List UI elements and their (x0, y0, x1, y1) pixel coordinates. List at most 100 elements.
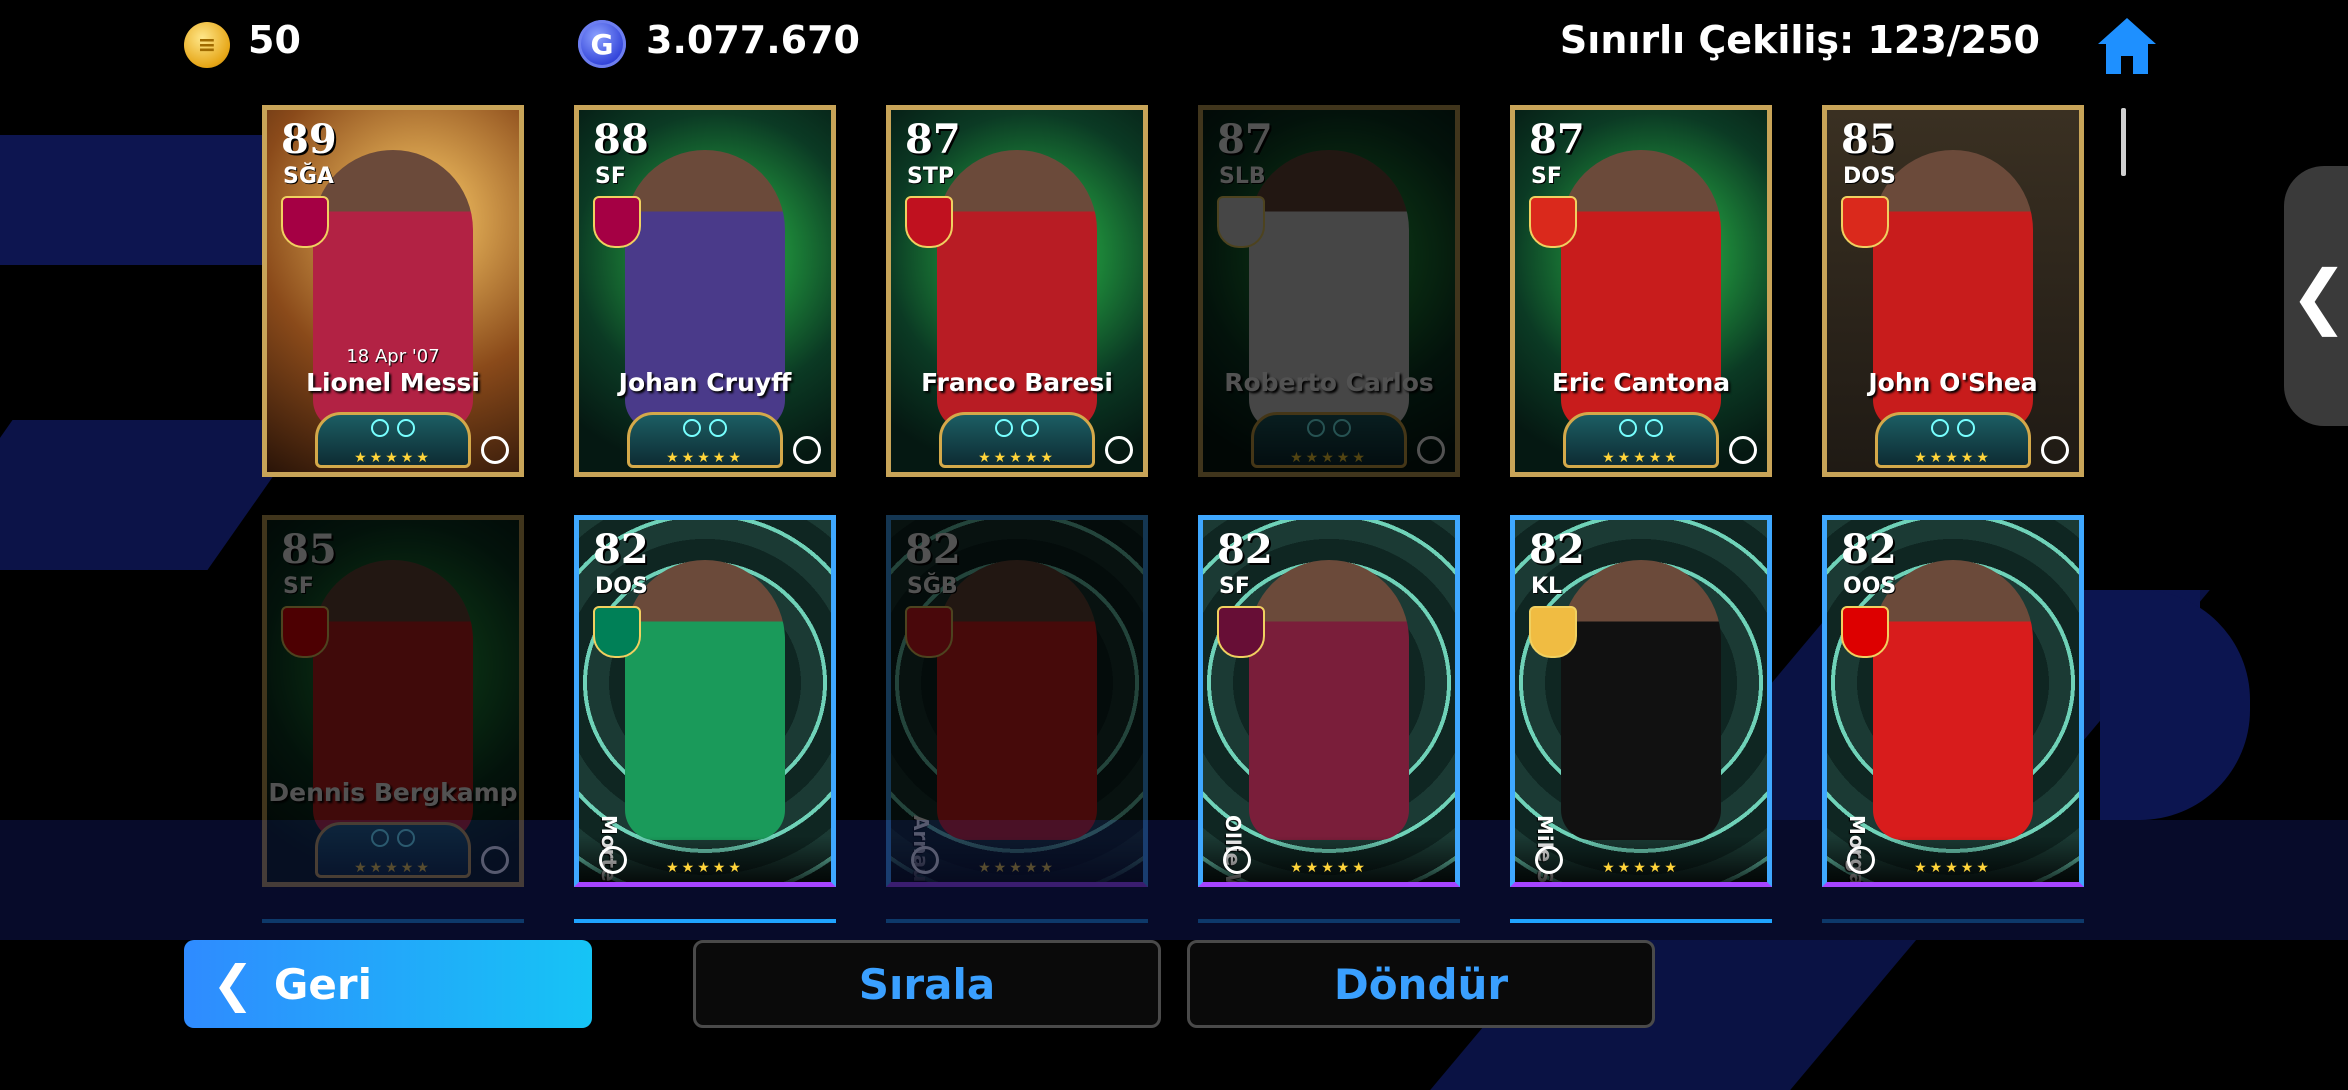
player-card[interactable]: 82DOSMorten Hjulmand★★★★★ (574, 515, 836, 887)
player-position: SLB (1219, 164, 1266, 189)
player-position: DOS (1843, 164, 1896, 189)
skill-slots (995, 419, 1039, 437)
player-card[interactable]: 89 SĞA 18 Apr '07 Lionel Messi ★★★★★ (262, 105, 524, 477)
player-position: DOS (595, 574, 648, 599)
player-position: SF (1219, 574, 1250, 599)
coin-icon: ≡ (184, 22, 230, 68)
chevron-left-icon: ❮ (212, 955, 254, 1013)
efootball-logo-icon (1417, 436, 1445, 464)
player-rating: 82 (1217, 526, 1273, 573)
efootball-logo-icon (1729, 436, 1757, 464)
chevron-left-icon: ❮ (2289, 255, 2348, 337)
player-card[interactable]: 82SFOllie Watkins★★★★★ (1198, 515, 1460, 887)
coin-balance: 50 (248, 18, 301, 62)
player-name: Dennis Bergkamp (268, 778, 518, 807)
scrollbar[interactable] (2121, 108, 2126, 176)
home-icon[interactable] (2094, 14, 2160, 78)
back-button-label: Geri (273, 959, 372, 1009)
player-name: Lionel Messi (306, 368, 480, 397)
player-card[interactable]: 88 SF Johan Cruyff ★★★★★ (574, 105, 836, 477)
player-card[interactable]: 82OOSMorgan Gibbs-White★★★★★ (1822, 515, 2084, 887)
card-date: 18 Apr '07 (346, 346, 440, 367)
rotate-button[interactable]: Döndür (1187, 940, 1655, 1028)
efootball-logo-icon (2041, 436, 2069, 464)
player-card[interactable]: 87 SLB Roberto Carlos ★★★★★ (1198, 105, 1460, 477)
player-name: John O'Shea (1868, 368, 2038, 397)
limited-draw-counter: Sınırlı Çekiliş: 123/250 (1559, 18, 2040, 62)
player-card[interactable]: 82KLMile Svilar★★★★★ (1510, 515, 1772, 887)
efootball-logo-icon (1847, 846, 1875, 874)
player-card-partial[interactable] (1822, 919, 2084, 923)
efootball-logo-icon (599, 846, 627, 874)
rotate-button-label: Döndür (1333, 959, 1509, 1009)
skill-slots (1307, 419, 1351, 437)
back-button[interactable]: ❮ Geri (184, 940, 592, 1028)
player-name: Roberto Carlos (1224, 368, 1434, 397)
skill-slot-icon (1931, 419, 1949, 437)
skill-slots (683, 419, 727, 437)
player-rating: 87 (1217, 116, 1273, 163)
efootball-logo-icon (481, 436, 509, 464)
player-card[interactable]: 87 STP Franco Baresi ★★★★★ (886, 105, 1148, 477)
club-badge-icon (281, 606, 329, 658)
player-card-partial[interactable] (574, 919, 836, 923)
club-badge-icon (1217, 606, 1265, 658)
player-rating: 87 (905, 116, 961, 163)
player-name: Franco Baresi (921, 368, 1113, 397)
skill-slots (1619, 419, 1663, 437)
efootball-logo-icon (1535, 846, 1563, 874)
player-image (1249, 560, 1409, 840)
player-rating: 87 (1529, 116, 1585, 163)
gp-balance: 3.077.670 (646, 18, 860, 62)
skill-slot-icon (1333, 419, 1351, 437)
efootball-logo-icon (481, 846, 509, 874)
player-card[interactable]: 85 DOS John O'Shea ★★★★★ (1822, 105, 2084, 477)
player-position: SF (1531, 164, 1562, 189)
player-card[interactable]: 82SĞBArnau Martínez★★★★★ (886, 515, 1148, 887)
player-card-partial[interactable] (886, 919, 1148, 923)
player-rating: 89 (281, 116, 337, 163)
player-position: SĞA (283, 164, 334, 189)
club-badge-icon (1841, 606, 1889, 658)
side-panel-toggle[interactable]: ❮ (2284, 166, 2348, 426)
player-position: SF (283, 574, 314, 599)
efootball-logo-icon (793, 436, 821, 464)
player-card[interactable]: 87 SF Eric Cantona ★★★★★ (1510, 105, 1772, 477)
player-image (937, 560, 1097, 840)
player-card-partial[interactable] (262, 919, 524, 923)
club-badge-icon (1529, 606, 1577, 658)
player-card-partial[interactable] (1198, 919, 1460, 923)
club-badge-icon (1529, 196, 1577, 248)
background-stripe (2100, 590, 2250, 820)
sort-button-label: Sırala (858, 959, 996, 1009)
club-badge-icon (1841, 196, 1889, 248)
player-rating: 82 (1841, 526, 1897, 573)
skill-slot-icon (683, 419, 701, 437)
club-badge-icon (593, 196, 641, 248)
player-rating: 82 (593, 526, 649, 573)
player-card[interactable]: 85 SF Dennis Bergkamp ★★★★★ (262, 515, 524, 887)
gp-icon: G (578, 20, 626, 68)
player-rating: 82 (905, 526, 961, 573)
skill-slot-icon (1645, 419, 1663, 437)
player-rating: 85 (281, 526, 337, 573)
top-bar: ≡ 50 G 3.077.670 Sınırlı Çekiliş: 123/25… (0, 0, 2348, 90)
skill-slot-icon (995, 419, 1013, 437)
efootball-logo-icon (1105, 436, 1133, 464)
player-name: Johan Cruyff (618, 368, 792, 397)
sort-button[interactable]: Sırala (693, 940, 1161, 1028)
player-image (1873, 560, 2033, 840)
player-rating: 85 (1841, 116, 1897, 163)
club-badge-icon (1217, 196, 1265, 248)
player-card-partial[interactable] (1510, 919, 1772, 923)
player-image (1561, 560, 1721, 840)
skill-slot-icon (1307, 419, 1325, 437)
skill-slot-icon (371, 419, 389, 437)
efootball-logo-icon (1223, 846, 1251, 874)
player-rating: 82 (1529, 526, 1585, 573)
player-position: OOS (1843, 574, 1897, 599)
club-badge-icon (281, 196, 329, 248)
skill-slot-icon (371, 829, 389, 847)
skill-slots (371, 419, 415, 437)
player-position: STP (907, 164, 954, 189)
